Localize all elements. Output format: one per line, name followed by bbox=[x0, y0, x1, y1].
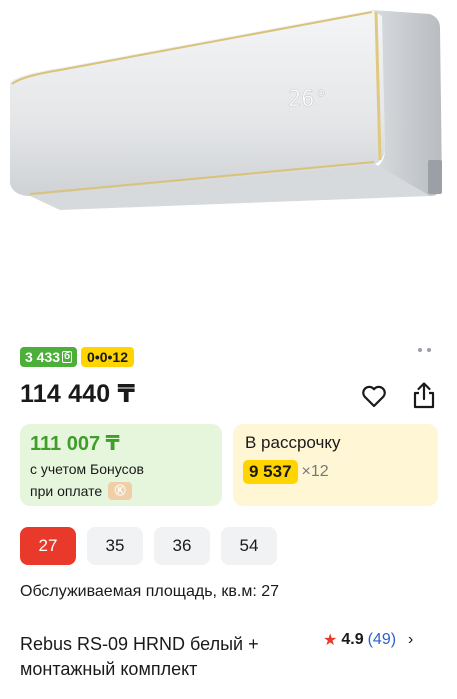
air-conditioner-image: 26° bbox=[10, 9, 442, 210]
installment-monthly: 9 537 ×12 bbox=[243, 460, 329, 484]
bonus-price-payment: при оплате Ⓚ bbox=[30, 482, 133, 500]
area-option-54[interactable]: 54 bbox=[221, 527, 277, 565]
installment-months: ×12 bbox=[301, 463, 329, 480]
star-icon: ★ bbox=[323, 632, 338, 649]
bonus-badge: 3 433 б bbox=[20, 347, 78, 367]
bonus-price-note: с учетом Бонусов bbox=[30, 461, 144, 477]
installment-monthly-amount: 9 537 bbox=[243, 460, 298, 484]
product-price: 114 440 ₸ bbox=[20, 380, 136, 408]
share-button[interactable] bbox=[410, 380, 438, 410]
product-image[interactable]: 26° bbox=[0, 0, 457, 330]
area-option-27[interactable]: 27 bbox=[20, 527, 76, 565]
selected-area-label: Обслуживаемая площадь, кв.м: 27 bbox=[20, 583, 280, 600]
installment-card[interactable]: В рассрочку 9 537 ×12 bbox=[233, 424, 438, 506]
installment-title: В рассрочку bbox=[245, 433, 341, 452]
bonus-price-card[interactable]: 111 007 ₸ с учетом Бонусов при оплате Ⓚ bbox=[20, 424, 222, 506]
area-option-35[interactable]: 35 bbox=[87, 527, 143, 565]
bonus-badge-value: 3 433 bbox=[25, 349, 61, 365]
rating-summary[interactable]: ★ 4.9 (49) › bbox=[323, 630, 413, 650]
bonus-price-payment-text: при оплате bbox=[30, 483, 103, 499]
heart-icon bbox=[362, 385, 386, 408]
pagination-dot[interactable] bbox=[427, 348, 431, 352]
reviews-count-link[interactable]: (49) bbox=[368, 631, 396, 649]
kaspi-pay-icon: Ⓚ bbox=[108, 482, 133, 500]
area-options: 27 35 36 54 bbox=[20, 527, 277, 565]
share-icon bbox=[413, 382, 435, 409]
rating-score: 4.9 bbox=[341, 631, 364, 648]
svg-text:26°: 26° bbox=[288, 87, 328, 112]
bonus-currency-icon: б bbox=[62, 351, 73, 363]
chevron-right-icon: › bbox=[408, 631, 414, 648]
favorite-button[interactable] bbox=[360, 382, 388, 410]
bonus-price-amount: 111 007 ₸ bbox=[30, 433, 120, 455]
promo-badges: 3 433 б 0•0•12 bbox=[20, 347, 134, 367]
installment-badge: 0•0•12 bbox=[81, 347, 134, 367]
pagination-dot[interactable] bbox=[418, 348, 422, 352]
area-option-36[interactable]: 36 bbox=[154, 527, 210, 565]
image-pagination-dots[interactable] bbox=[418, 348, 431, 352]
product-title: Rebus RS-09 HRND белый + монтажный компл… bbox=[20, 634, 259, 679]
